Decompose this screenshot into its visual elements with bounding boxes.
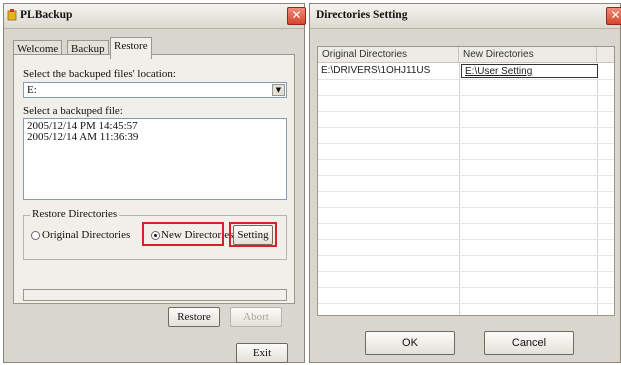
grid-row-line bbox=[318, 223, 614, 224]
grid-row-line bbox=[318, 255, 614, 256]
window-title: Directories Setting bbox=[316, 9, 408, 21]
window-title: PLBackup bbox=[20, 9, 73, 21]
grid-row-line bbox=[318, 303, 614, 304]
grid-divider bbox=[597, 63, 598, 315]
directories-grid[interactable]: Original Directories New Directories E:\… bbox=[317, 46, 615, 316]
plbackup-titlebar[interactable]: PLBackup ✕ bbox=[4, 4, 306, 29]
grid-row-line bbox=[318, 207, 614, 208]
grid-row-line bbox=[318, 191, 614, 192]
grid-row-line bbox=[318, 159, 614, 160]
group-title: Restore Directories bbox=[30, 208, 120, 220]
grid-row-line bbox=[318, 143, 614, 144]
exit-button[interactable]: Exit bbox=[236, 343, 288, 363]
table-cell-new[interactable]: E:\User Setting bbox=[461, 64, 598, 78]
grid-row-line bbox=[318, 79, 614, 80]
location-label: Select the backuped files' location: bbox=[23, 68, 176, 80]
table-cell-original[interactable]: E:\DRIVERS\1OHJ11US bbox=[318, 64, 459, 78]
column-header-new[interactable]: New Directories bbox=[459, 47, 597, 63]
original-directories-radio[interactable] bbox=[31, 231, 40, 240]
location-value: E: bbox=[27, 84, 37, 96]
grid-row-line bbox=[318, 175, 614, 176]
tab-restore[interactable]: Restore bbox=[110, 37, 152, 59]
restore-panel: Select the backuped files' location: E: … bbox=[13, 54, 295, 304]
grid-row-line bbox=[318, 111, 614, 112]
grid-row-line bbox=[318, 271, 614, 272]
directories-titlebar[interactable]: Directories Setting ✕ bbox=[310, 4, 621, 29]
column-header-original[interactable]: Original Directories bbox=[318, 47, 459, 63]
restore-button[interactable]: Restore bbox=[168, 307, 220, 327]
restore-directories-group: Restore Directories Original Directories… bbox=[23, 208, 287, 260]
original-directories-label[interactable]: Original Directories bbox=[42, 229, 130, 241]
close-icon[interactable]: ✕ bbox=[606, 7, 621, 25]
grid-row-line bbox=[318, 95, 614, 96]
directories-setting-window: Directories Setting ✕ Original Directori… bbox=[309, 3, 621, 363]
chevron-down-icon[interactable]: ▼ bbox=[272, 84, 285, 96]
cancel-button[interactable]: Cancel bbox=[484, 331, 574, 355]
list-item[interactable]: 2005/12/14 AM 11:36:39 bbox=[24, 132, 286, 143]
grid-divider bbox=[459, 63, 460, 315]
ok-button[interactable]: OK bbox=[365, 331, 455, 355]
close-icon[interactable]: ✕ bbox=[287, 7, 306, 25]
column-header-filler bbox=[597, 47, 614, 63]
file-label: Select a backuped file: bbox=[23, 105, 123, 117]
grid-row-line bbox=[318, 127, 614, 128]
progress-bar bbox=[23, 289, 287, 301]
app-icon bbox=[7, 9, 17, 21]
plbackup-window: PLBackup ✕ Welcome Backup Restore Select… bbox=[3, 3, 306, 363]
setting-highlight bbox=[229, 222, 277, 247]
new-directories-highlight bbox=[142, 222, 224, 246]
file-list[interactable]: 2005/12/14 PM 14:45:57 2005/12/14 AM 11:… bbox=[23, 118, 287, 200]
grid-row-line bbox=[318, 239, 614, 240]
abort-button: Abort bbox=[230, 307, 282, 327]
grid-row-line bbox=[318, 287, 614, 288]
location-combo[interactable]: E: ▼ bbox=[23, 82, 287, 98]
